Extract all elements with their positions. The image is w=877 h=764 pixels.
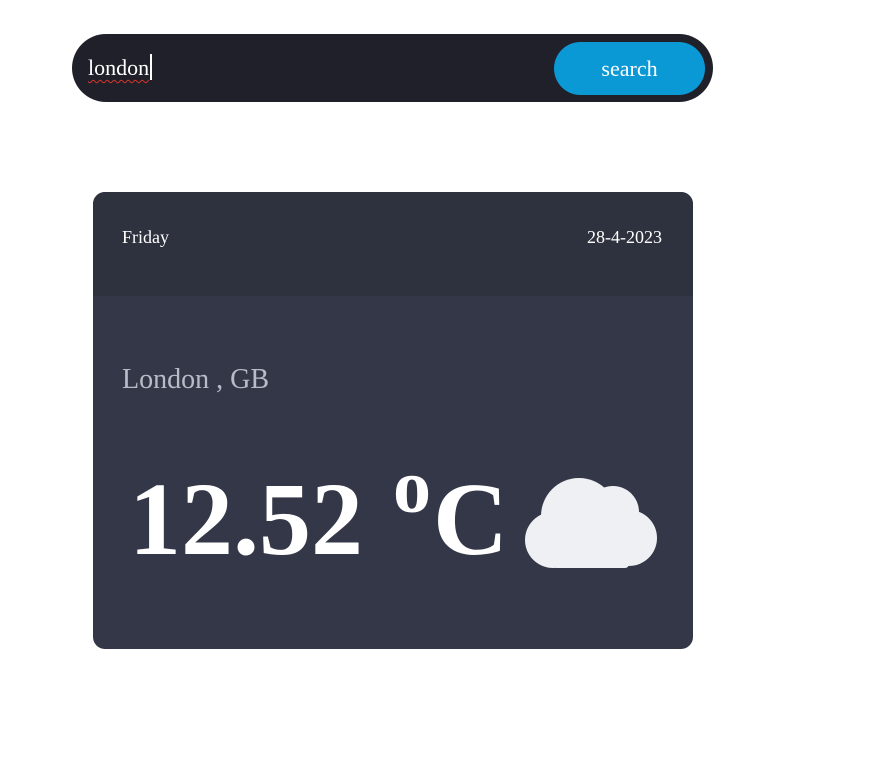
temperature-display: 12.52 oC xyxy=(129,445,509,589)
search-input[interactable]: london xyxy=(88,51,528,85)
weather-date: 28-4-2023 xyxy=(587,227,662,247)
temperature-unit: C xyxy=(433,462,509,577)
weather-day: Friday xyxy=(122,227,169,247)
degree-symbol: o xyxy=(393,445,431,529)
weather-location: London , GB xyxy=(122,364,269,395)
text-caret xyxy=(150,54,153,80)
weather-card-header: Friday 28-4-2023 xyxy=(93,192,693,296)
search-bar: london search xyxy=(72,34,713,102)
search-input-text: london xyxy=(88,55,150,80)
search-button[interactable]: search xyxy=(554,42,705,95)
cloud-icon xyxy=(525,478,657,568)
temperature-value: 12.52 xyxy=(129,462,363,577)
weather-card: Friday 28-4-2023 London , GB 12.52 oC xyxy=(93,192,693,649)
